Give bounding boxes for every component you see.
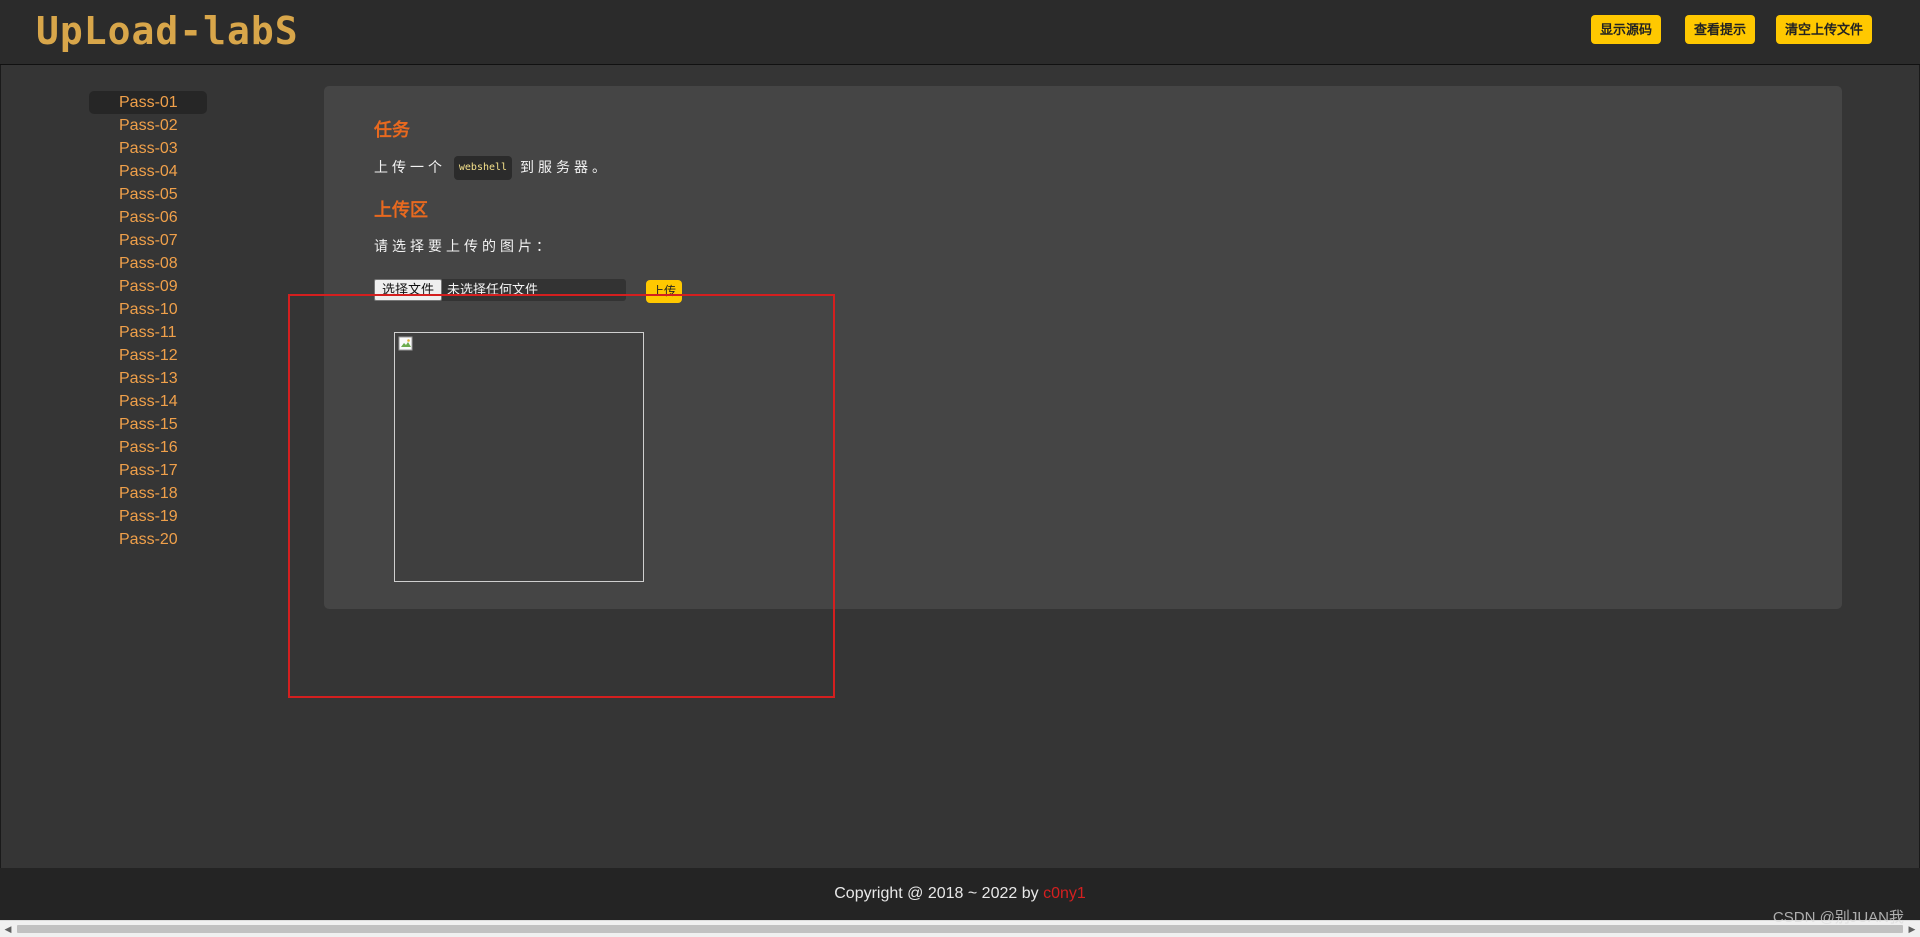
sidebar-item-pass-01[interactable]: Pass-01 xyxy=(89,91,207,114)
sidebar-item-pass-07[interactable]: Pass-07 xyxy=(89,229,207,252)
sidebar-item-pass-16[interactable]: Pass-16 xyxy=(89,436,207,459)
upload-button[interactable]: 上传 xyxy=(646,280,683,303)
upload-heading: 上传区 xyxy=(374,200,428,220)
broken-image-icon xyxy=(398,336,413,351)
choose-image-label: 请选择要上传的图片： xyxy=(374,238,554,254)
sidebar-item-pass-06[interactable]: Pass-06 xyxy=(89,206,207,229)
image-preview xyxy=(394,332,644,582)
task-heading: 任务 xyxy=(374,120,410,140)
sidebar-item-pass-14[interactable]: Pass-14 xyxy=(89,390,207,413)
sidebar-item-pass-10[interactable]: Pass-10 xyxy=(89,298,207,321)
sidebar-item-pass-11[interactable]: Pass-11 xyxy=(89,321,207,344)
sidebar-item-pass-03[interactable]: Pass-03 xyxy=(89,137,207,160)
scrollbar-thumb[interactable] xyxy=(17,925,1903,933)
sidebar-item-pass-05[interactable]: Pass-05 xyxy=(89,183,207,206)
page-footer: Copyright @ 2018 ~ 2022 by c0ny1 xyxy=(0,868,1920,920)
sidebar-item-pass-09[interactable]: Pass-09 xyxy=(89,275,207,298)
sidebar-item-pass-15[interactable]: Pass-15 xyxy=(89,413,207,436)
top-header: UpLoad-labS 显示源码 查看提示 清空上传文件 xyxy=(0,0,1920,65)
site-logo[interactable]: UpLoad-labS xyxy=(36,8,299,54)
task-card: 任务 上传一个 webshell 到服务器。 上传区 请选择要上传的图片： 选择… xyxy=(324,86,1842,609)
sidebar-item-pass-17[interactable]: Pass-17 xyxy=(89,459,207,482)
content-frame: Pass-01 Pass-02 Pass-03 Pass-04 Pass-05 … xyxy=(0,65,1920,868)
task-text-before: 上传一个 xyxy=(374,159,446,175)
sidebar-item-pass-12[interactable]: Pass-12 xyxy=(89,344,207,367)
task-text-after: 到服务器。 xyxy=(519,159,610,175)
level-sidebar: Pass-01 Pass-02 Pass-03 Pass-04 Pass-05 … xyxy=(89,91,207,551)
task-description: 上传一个 webshell 到服务器。 xyxy=(374,156,610,181)
sidebar-item-pass-19[interactable]: Pass-19 xyxy=(89,505,207,528)
sidebar-item-pass-08[interactable]: Pass-08 xyxy=(89,252,207,275)
sidebar-item-pass-13[interactable]: Pass-13 xyxy=(89,367,207,390)
sidebar-item-pass-02[interactable]: Pass-02 xyxy=(89,114,207,137)
file-input[interactable]: 选择文件 未选择任何文件 xyxy=(374,279,626,301)
view-hint-button[interactable]: 查看提示 xyxy=(1685,15,1756,44)
author-link[interactable]: c0ny1 xyxy=(1043,885,1086,902)
clear-uploads-button[interactable]: 清空上传文件 xyxy=(1776,15,1873,44)
file-status-text: 未选择任何文件 xyxy=(447,282,539,297)
scroll-left-arrow-icon[interactable]: ◀ xyxy=(2,923,14,935)
webshell-code: webshell xyxy=(453,156,513,181)
show-source-button[interactable]: 显示源码 xyxy=(1591,15,1662,44)
sidebar-item-pass-20[interactable]: Pass-20 xyxy=(89,528,207,551)
sidebar-item-pass-04[interactable]: Pass-04 xyxy=(89,160,207,183)
copyright-text: Copyright @ 2018 ~ 2022 by xyxy=(834,885,1044,902)
sidebar-item-pass-18[interactable]: Pass-18 xyxy=(89,482,207,505)
choose-file-button[interactable]: 选择文件 xyxy=(374,279,443,301)
scroll-right-arrow-icon[interactable]: ▶ xyxy=(1906,923,1918,935)
horizontal-scrollbar[interactable]: ◀ ▶ xyxy=(0,920,1920,937)
